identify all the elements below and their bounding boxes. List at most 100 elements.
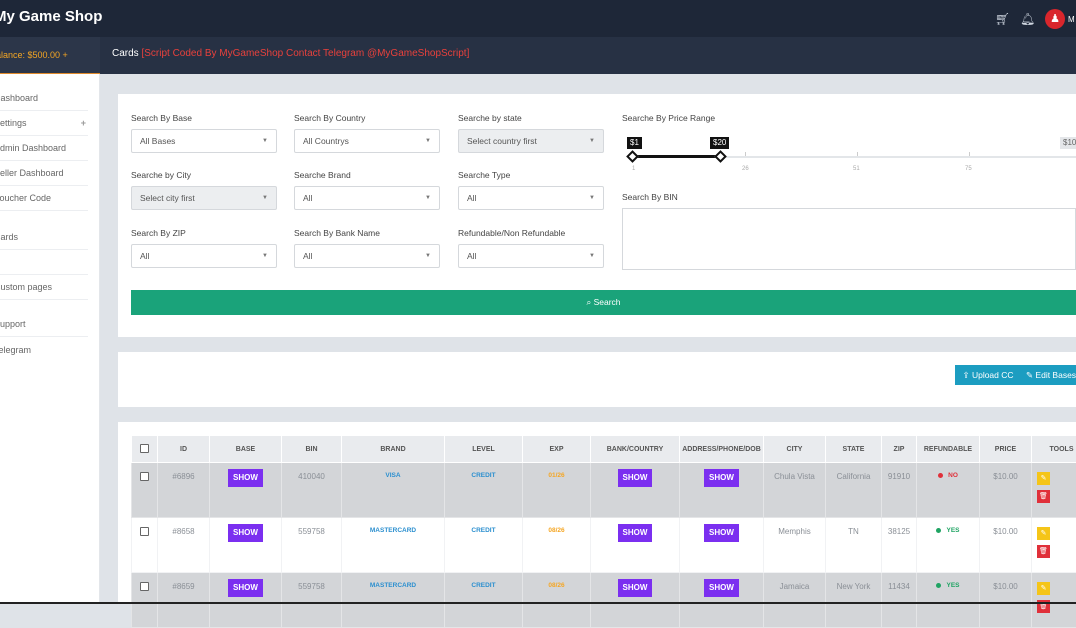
sidebar-item-voucher-code[interactable]: Voucher Code (0, 186, 88, 211)
sidebar-item-seller-dashboard[interactable]: Seller Dashboard (0, 161, 88, 186)
cell-bin: 559758 (282, 518, 342, 573)
header-bin[interactable]: BIN (282, 436, 342, 463)
sidebar: Dashboard Settings+ Admin Dashboard Sell… (0, 74, 100, 604)
cell-bin: 410040 (282, 463, 342, 518)
edit-icon[interactable]: ✎ (1037, 472, 1050, 485)
country-select[interactable]: All Countrys▼ (294, 129, 440, 153)
header-bank-country[interactable]: BANK/COUNTRY (591, 436, 680, 463)
user-name[interactable]: M (1068, 15, 1076, 24)
type-label: Searche Type (458, 170, 510, 180)
range-tick (857, 152, 858, 156)
cell-exp: 08/26 (523, 518, 591, 573)
header-brand[interactable]: BRAND (342, 436, 445, 463)
show-address-button[interactable]: SHOW (704, 579, 739, 597)
header-city[interactable]: CITY (764, 436, 826, 463)
cell-zip: 38125 (882, 518, 917, 573)
bin-label: Search By BIN (622, 192, 678, 202)
cell-refundable: YES (917, 573, 980, 628)
show-base-button[interactable]: SHOW (228, 469, 263, 487)
upload-cc-button[interactable]: ⇪ Upload CC (955, 365, 1021, 385)
row-checkbox[interactable] (140, 527, 149, 536)
sidebar-item-dashboard[interactable]: Dashboard (0, 86, 88, 111)
select-all-checkbox[interactable] (140, 444, 149, 453)
header-zip[interactable]: ZIP (882, 436, 917, 463)
cell-tools: ✎ 🗑︎ (1032, 518, 1076, 573)
edit-icon[interactable]: ✎ (1037, 527, 1050, 540)
show-address-button[interactable]: SHOW (704, 524, 739, 542)
base-label: Search By Base (131, 113, 192, 123)
header-price[interactable]: PRICE (980, 436, 1032, 463)
show-bank-button[interactable]: SHOW (618, 524, 653, 542)
cell-city: Chula Vista (764, 463, 826, 518)
sidebar-item-blank[interactable] (0, 250, 88, 275)
status-dot-icon (936, 528, 941, 533)
refundable-label: Refundable/Non Refundable (458, 228, 565, 238)
sidebar-item-settings[interactable]: Settings+ (0, 111, 88, 136)
sidebar-item-admin-dashboard[interactable]: Admin Dashboard (0, 136, 88, 161)
row-checkbox[interactable] (140, 472, 149, 481)
app-title[interactable]: My Game Shop (0, 8, 102, 25)
trash-icon[interactable]: 🗑︎ (1037, 490, 1050, 503)
base-select[interactable]: All Bases▼ (131, 129, 277, 153)
header-base[interactable]: BASE (210, 436, 282, 463)
cell-city: Jamaica (764, 573, 826, 628)
header-id[interactable]: ID (158, 436, 210, 463)
row-checkbox[interactable] (140, 582, 149, 591)
trash-icon[interactable]: 🗑︎ (1037, 545, 1050, 558)
range-tick (745, 152, 746, 156)
avatar[interactable]: ♟ (1045, 9, 1065, 29)
type-select[interactable]: All▼ (458, 186, 604, 210)
breadcrumb-note: [Script Coded By MyGameShop Contact Tele… (141, 48, 469, 59)
cell-level: CREDIT (445, 518, 523, 573)
search-button[interactable]: ⌕ Search (131, 290, 1076, 315)
cell-brand: MASTERCARD (342, 518, 445, 573)
show-base-button[interactable]: SHOW (228, 579, 263, 597)
cell-level: CREDIT (445, 573, 523, 628)
header-level[interactable]: LEVEL (445, 436, 523, 463)
header-refundable[interactable]: REFUNDABLE (917, 436, 980, 463)
range-tick-label: 51 (853, 166, 860, 172)
cell-state: TN (826, 518, 882, 573)
state-label: Searche by state (458, 113, 522, 123)
range-tick (969, 152, 970, 156)
brand-select[interactable]: All▼ (294, 186, 440, 210)
city-select[interactable]: Select city first▼ (131, 186, 277, 210)
header-exp[interactable]: EXP (523, 436, 591, 463)
sidebar-item-support[interactable]: Support (0, 312, 88, 337)
plus-icon: + (81, 111, 86, 136)
cell-level: CREDIT (445, 463, 523, 518)
price-range-fill (630, 155, 720, 158)
sidebar-item-cards[interactable]: Cards (0, 225, 88, 250)
show-base-button[interactable]: SHOW (228, 524, 263, 542)
edit-icon[interactable]: ✎ (1037, 582, 1050, 595)
brand-label: Searche Brand (294, 170, 351, 180)
sidebar-item-telegram[interactable]: Telegram (0, 338, 88, 363)
balance-button[interactable]: Balance: $500.00 + (0, 37, 100, 74)
chevron-down-icon: ▼ (589, 245, 595, 267)
state-select[interactable]: Select country first▼ (458, 129, 604, 153)
table-header: ID BASE BIN BRAND LEVEL EXP BANK/COUNTRY… (132, 436, 1076, 463)
show-bank-button[interactable]: SHOW (618, 469, 653, 487)
refundable-select[interactable]: All▼ (458, 244, 604, 268)
chevron-down-icon: ▼ (589, 187, 595, 209)
zip-select[interactable]: All▼ (131, 244, 277, 268)
edit-bases-button[interactable]: ✎ Edit Bases (1021, 365, 1076, 385)
bank-select[interactable]: All▼ (294, 244, 440, 268)
bin-textarea[interactable] (622, 208, 1076, 270)
header-address[interactable]: ADDRESS/PHONE/DOB (680, 436, 764, 463)
table-row: #8659 SHOW 559758 MASTERCARD CREDIT 08/2… (132, 573, 1076, 628)
breadcrumb: Cards [Script Coded By MyGameShop Contac… (112, 48, 469, 59)
cell-zip: 91910 (882, 463, 917, 518)
cell-state: New York (826, 573, 882, 628)
header-state[interactable]: STATE (826, 436, 882, 463)
show-address-button[interactable]: SHOW (704, 469, 739, 487)
show-bank-button[interactable]: SHOW (618, 579, 653, 597)
cell-id: #6896 (158, 463, 210, 518)
bell-icon[interactable]: 🔔︎ (1020, 12, 1034, 26)
cell-brand: VISA (342, 463, 445, 518)
sidebar-item-custom-pages[interactable]: Custom pages (0, 275, 88, 300)
cell-tools: ✎ 🗑︎ (1032, 463, 1076, 518)
cell-state: California (826, 463, 882, 518)
table-row: #8658 SHOW 559758 MASTERCARD CREDIT 08/2… (132, 518, 1076, 573)
cart-icon[interactable]: 🛒︎ (995, 12, 1009, 26)
